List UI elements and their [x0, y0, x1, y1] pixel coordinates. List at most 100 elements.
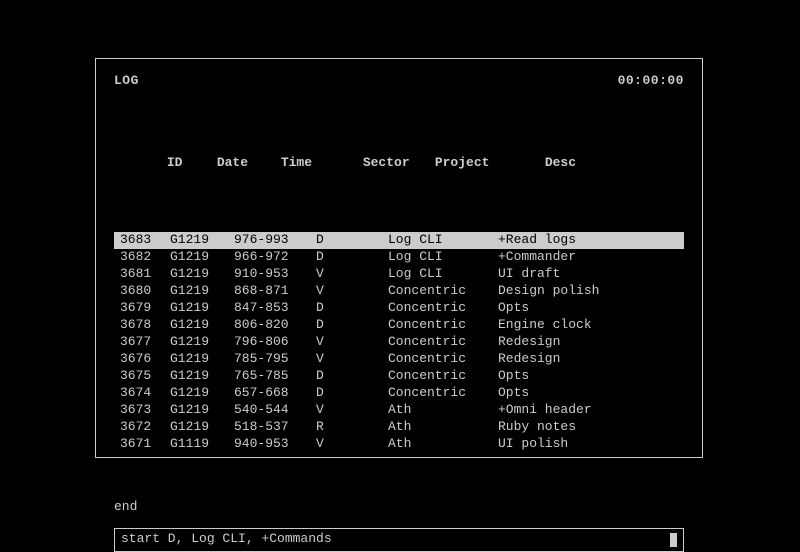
table-row[interactable]: 3672G1219518-537RAthRuby notes	[114, 419, 684, 436]
cell-sector: R	[316, 419, 388, 436]
table-row[interactable]: 3676G1219785-795VConcentricRedesign	[114, 351, 684, 368]
table-row[interactable]: 3679G1219847-853DConcentricOpts	[114, 300, 684, 317]
cell-desc: Redesign	[498, 334, 658, 351]
cell-project: Concentric	[388, 368, 498, 385]
cell-sector: D	[316, 249, 388, 266]
table-row[interactable]: 3675G1219765-785DConcentricOpts	[114, 368, 684, 385]
cell-desc: Opts	[498, 300, 658, 317]
cell-id: 3678	[114, 317, 170, 334]
cell-date: G1219	[170, 334, 234, 351]
table-row[interactable]: 3677G1219796-806VConcentricRedesign	[114, 334, 684, 351]
cell-date: G1219	[170, 419, 234, 436]
cell-project: Log CLI	[388, 266, 498, 283]
cell-time: 657-668	[234, 385, 316, 402]
cell-time: 785-795	[234, 351, 316, 368]
cell-sector: D	[316, 317, 388, 334]
cell-sector: V	[316, 266, 388, 283]
app-frame: LOG 00:00:00 IDDateTimeSectorProjectDesc…	[95, 58, 703, 458]
cell-id: 3681	[114, 266, 170, 283]
cell-id: 3672	[114, 419, 170, 436]
header-clock: 00:00:00	[618, 73, 684, 90]
cell-time: 976-993	[234, 232, 316, 249]
table-row[interactable]: 3680G1219868-871VConcentricDesign polish	[114, 283, 684, 300]
cell-project: Concentric	[388, 317, 498, 334]
cell-id: 3671	[114, 436, 170, 453]
table-row[interactable]: 3683G1219976-993DLog CLI+Read logs	[114, 232, 684, 249]
table-row[interactable]: 3682G1219966-972DLog CLI+Commander	[114, 249, 684, 266]
cell-desc: UI polish	[498, 436, 658, 453]
end-marker: end	[114, 499, 684, 516]
cell-sector: V	[316, 402, 388, 419]
cell-project: Concentric	[388, 385, 498, 402]
cell-time: 847-853	[234, 300, 316, 317]
table-row[interactable]: 3674G1219657-668DConcentricOpts	[114, 385, 684, 402]
cell-time: 765-785	[234, 368, 316, 385]
cell-desc: +Read logs	[498, 232, 658, 249]
col-desc: Desc	[545, 155, 705, 172]
cell-id: 3682	[114, 249, 170, 266]
cell-project: Concentric	[388, 300, 498, 317]
cell-id: 3673	[114, 402, 170, 419]
cell-id: 3683	[114, 232, 170, 249]
cell-project: Concentric	[388, 351, 498, 368]
cell-sector: V	[316, 283, 388, 300]
cell-date: G1219	[170, 317, 234, 334]
cell-sector: V	[316, 334, 388, 351]
cell-id: 3680	[114, 283, 170, 300]
cell-time: 910-953	[234, 266, 316, 283]
cell-desc: Opts	[498, 385, 658, 402]
cell-project: Log CLI	[388, 232, 498, 249]
cell-project: Ath	[388, 419, 498, 436]
col-id: ID	[161, 155, 217, 172]
cell-desc: +Commander	[498, 249, 658, 266]
cell-project: Concentric	[388, 334, 498, 351]
cell-id: 3674	[114, 385, 170, 402]
cell-id: 3679	[114, 300, 170, 317]
table-row[interactable]: 3678G1219806-820DConcentricEngine clock	[114, 317, 684, 334]
col-date: Date	[217, 155, 281, 172]
col-project: Project	[435, 155, 545, 172]
table-row[interactable]: 3673G1219540-544VAth+Omni header	[114, 402, 684, 419]
cell-id: 3677	[114, 334, 170, 351]
cell-desc: Design polish	[498, 283, 658, 300]
cell-sector: V	[316, 436, 388, 453]
col-sector: Sector	[363, 155, 435, 172]
cell-desc: Engine clock	[498, 317, 658, 334]
cell-project: Ath	[388, 402, 498, 419]
cell-project: Concentric	[388, 283, 498, 300]
cell-date: G1219	[170, 385, 234, 402]
cell-desc: +Omni header	[498, 402, 658, 419]
cell-date: G1219	[170, 283, 234, 300]
cell-date: G1119	[170, 436, 234, 453]
col-time: Time	[281, 155, 363, 172]
cell-project: Ath	[388, 436, 498, 453]
cell-sector: V	[316, 351, 388, 368]
cell-desc: Ruby notes	[498, 419, 658, 436]
log-table: IDDateTimeSectorProjectDesc 3683G1219976…	[114, 104, 684, 487]
cell-sector: D	[316, 368, 388, 385]
cell-time: 940-953	[234, 436, 316, 453]
text-cursor-icon	[670, 533, 677, 547]
cell-time: 966-972	[234, 249, 316, 266]
column-headers: IDDateTimeSectorProjectDesc	[114, 138, 684, 189]
table-row[interactable]: 3671G1119940-953VAthUI polish	[114, 436, 684, 453]
cell-sector: D	[316, 232, 388, 249]
cell-date: G1219	[170, 368, 234, 385]
app-title: LOG	[114, 73, 139, 90]
cell-time: 540-544	[234, 402, 316, 419]
table-row[interactable]: 3681G1219910-953VLog CLIUI draft	[114, 266, 684, 283]
cell-date: G1219	[170, 232, 234, 249]
cell-id: 3675	[114, 368, 170, 385]
command-input-wrap[interactable]	[114, 528, 684, 552]
cell-time: 868-871	[234, 283, 316, 300]
command-input[interactable]	[121, 531, 669, 548]
cell-id: 3676	[114, 351, 170, 368]
cell-time: 518-537	[234, 419, 316, 436]
cell-project: Log CLI	[388, 249, 498, 266]
cell-date: G1219	[170, 402, 234, 419]
cell-date: G1219	[170, 351, 234, 368]
cell-time: 806-820	[234, 317, 316, 334]
cell-sector: D	[316, 385, 388, 402]
cell-desc: UI draft	[498, 266, 658, 283]
cell-date: G1219	[170, 266, 234, 283]
